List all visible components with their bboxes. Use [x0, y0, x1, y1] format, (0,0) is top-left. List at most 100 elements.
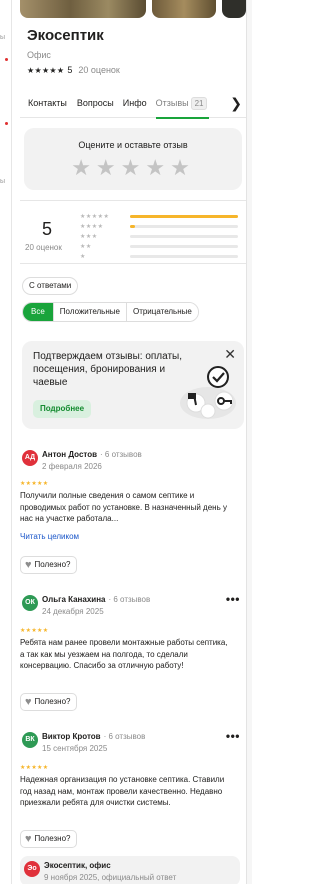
distribution-bar — [130, 244, 238, 248]
promo-text: Подтверждаем отзывы: оплаты, посещения, … — [33, 351, 183, 388]
right-edge-strip — [246, 0, 252, 884]
tab-reviews[interactable]: Отзывы 21 — [155, 88, 210, 119]
filter-with-answers-chip[interactable]: С ответами — [22, 277, 79, 295]
useful-button[interactable]: ♥ Полезно? — [20, 693, 78, 711]
distribution-stars: ★★★★ — [80, 223, 104, 230]
owner-reply-meta: 9 ноября 2025, официальный ответ — [44, 873, 177, 882]
rating-value: 5 — [67, 65, 73, 75]
rate-and-review-box: Оцените и оставьте отзыв ★★★★★ — [24, 128, 242, 190]
tab-contacts[interactable]: Контакты — [28, 98, 67, 108]
business-name: Экосептик — [27, 27, 104, 44]
business-card-panel: Экосептик Офис ★★★★★ 5 20 оценок Контакт… — [12, 0, 246, 884]
reviewer-review-count: · 6 отзывов — [108, 595, 151, 604]
distribution-bar — [130, 214, 238, 218]
useful-label: Полезно? — [34, 560, 71, 569]
distribution-bar — [130, 254, 238, 258]
gallery-photo[interactable] — [222, 0, 246, 18]
distribution-row: ★★ — [80, 242, 238, 250]
reviewer-name-text: Виктор Кротов — [42, 732, 101, 741]
photo-gallery[interactable] — [20, 0, 246, 22]
promo-more-button[interactable]: Подробнее — [33, 400, 92, 418]
reviewer-name[interactable]: Антон Достов · 6 отзывов — [42, 450, 142, 459]
heart-icon: ♥ — [25, 833, 32, 845]
reviewer-name-text: Ольга Канахина — [42, 595, 106, 604]
owner-reply-name[interactable]: Экосептик, офис — [44, 861, 111, 870]
distribution-bar — [130, 234, 238, 238]
left-edge-strip: ы ы — [0, 0, 12, 884]
reviewer-review-count: · 6 отзывов — [103, 732, 146, 741]
filter-negative[interactable]: Отрицательные — [126, 303, 198, 321]
review-date: 2 февраля 2026 — [42, 462, 102, 471]
review-stars-icon: ★★★★★ — [20, 628, 49, 634]
avatar[interactable]: АД — [22, 450, 38, 466]
rating-summary: 5 20 оценок ★★★★★ ★★★★ ★★★ ★★ ★ — [20, 200, 246, 264]
distribution-stars: ★★★★★ — [80, 213, 110, 220]
left-edge-fragment: ы — [0, 34, 6, 41]
reviewer-review-count: · 6 отзывов — [100, 450, 142, 459]
gallery-pagination — [123, 9, 138, 27]
read-more-link[interactable]: Читать целиком — [20, 532, 79, 541]
distribution-stars: ★★ — [80, 243, 92, 250]
chevron-right-icon[interactable]: ❯ — [230, 95, 242, 112]
avatar[interactable]: Эо — [24, 861, 40, 877]
left-edge-marker — [5, 122, 8, 125]
close-icon[interactable]: ✕ — [224, 346, 236, 363]
useful-label: Полезно? — [34, 697, 71, 706]
tab-info[interactable]: Инфо — [123, 98, 147, 108]
more-options-icon[interactable]: ••• — [226, 729, 240, 743]
average-score: 5 — [42, 219, 53, 239]
distribution-bar-fill — [130, 224, 136, 228]
review-stars-icon: ★★★★★ — [20, 765, 49, 771]
more-options-icon[interactable]: ••• — [226, 592, 240, 606]
review-text: Ребята нам ранее провели монтажные работ… — [20, 638, 228, 670]
avatar[interactable]: ВК — [22, 732, 38, 748]
tab-reviews-count: 21 — [190, 96, 208, 110]
heart-icon: ♥ — [25, 696, 32, 708]
review-card: АД Антон Достов · 6 отзывов 2 февраля 202… — [20, 450, 246, 585]
distribution-bar-fill — [130, 214, 238, 218]
verified-reviews-promo: Подтверждаем отзывы: оплаты, посещения, … — [22, 341, 244, 429]
filter-positive[interactable]: Положительные — [53, 303, 127, 321]
distribution-row: ★ — [80, 252, 238, 260]
gallery-photo[interactable] — [152, 0, 216, 18]
sentiment-filter: Все Положительные Отрицательные — [22, 302, 199, 322]
review-text: Получили полные сведения о самом септике… — [20, 491, 227, 523]
rating-count: 20 оценок — [78, 65, 120, 75]
rate-box-title: Оцените и оставьте отзыв — [78, 140, 188, 150]
owner-reply: Эо Экосептик, офис 9 ноября 2025, официа… — [20, 856, 240, 884]
review-date: 24 декабря 2025 — [42, 607, 104, 616]
useful-button[interactable]: ♥ Полезно? — [20, 830, 78, 848]
gallery-dot — [128, 19, 131, 22]
business-category: Офис — [27, 50, 51, 60]
distribution-row: ★★★ — [80, 232, 238, 240]
rate-star-selector[interactable]: ★★★★★ — [24, 157, 242, 179]
gallery-dot — [123, 19, 126, 22]
reviewer-name-text: Антон Достов — [42, 450, 98, 459]
review-card: ВК Виктор Кротов · 6 отзывов 15 сентября … — [20, 729, 246, 857]
gallery-dot — [133, 19, 136, 22]
tab-reviews-label: Отзывы — [155, 97, 189, 108]
tab-questions[interactable]: Вопросы — [77, 98, 114, 108]
distribution-stars: ★★★ — [80, 233, 98, 240]
rating-stars-icon: ★★★★★ — [27, 65, 65, 75]
distribution-bar — [130, 224, 238, 228]
distribution-row: ★★★★ — [80, 222, 238, 230]
avatar[interactable]: ОК — [22, 595, 38, 611]
tab-bar: Контакты Вопросы Инфо Отзывы 21 ❯ — [20, 88, 246, 119]
reviewer-name[interactable]: Ольга Канахина · 6 отзывов — [42, 595, 150, 604]
review-stars-icon: ★★★★★ — [20, 481, 49, 487]
business-rating[interactable]: ★★★★★ 5 20 оценок — [27, 65, 120, 75]
useful-button[interactable]: ♥ Полезно? — [20, 556, 78, 574]
review-text: Надежная организация по установке септик… — [20, 775, 225, 807]
left-edge-marker — [5, 58, 8, 61]
filter-all[interactable]: Все — [23, 303, 54, 321]
promo-illustration-icon — [180, 366, 236, 419]
distribution-stars: ★ — [80, 253, 86, 260]
heart-icon: ♥ — [25, 559, 32, 571]
left-edge-fragment: ы — [0, 178, 6, 185]
useful-label: Полезно? — [34, 834, 71, 843]
review-card: ОК Ольга Канахина · 6 отзывов 24 декабря … — [20, 592, 246, 720]
review-date: 15 сентября 2025 — [42, 744, 108, 753]
reviewer-name[interactable]: Виктор Кротов · 6 отзывов — [42, 732, 145, 741]
distribution-row: ★★★★★ — [80, 212, 238, 220]
